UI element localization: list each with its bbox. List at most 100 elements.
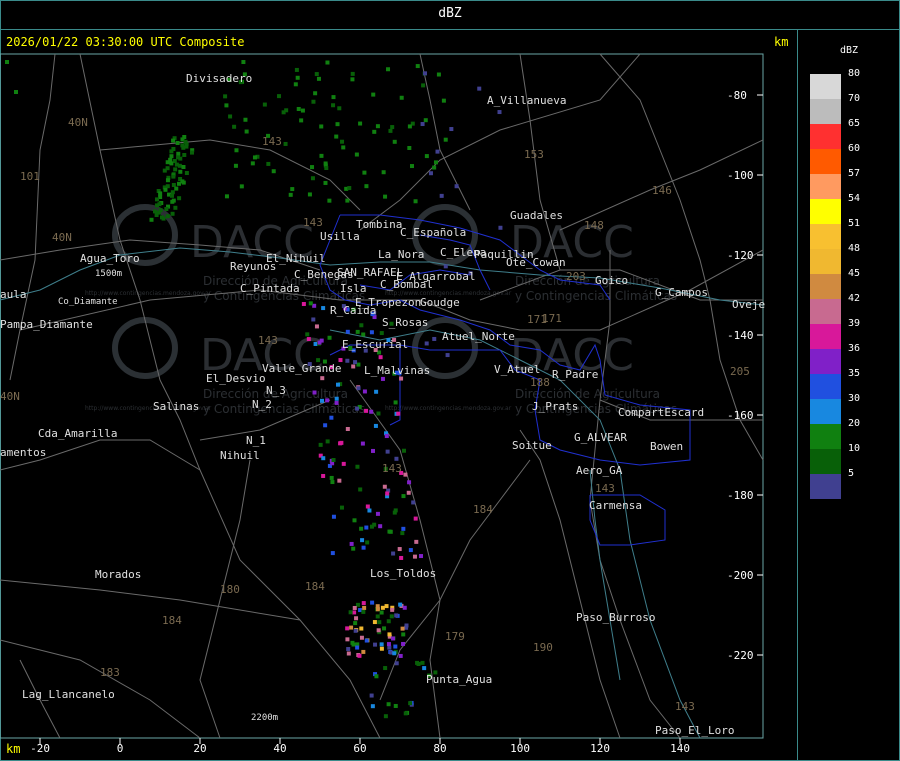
svg-text:Lag_Llancanelo: Lag_Llancanelo — [22, 688, 115, 701]
svg-text:143: 143 — [382, 462, 402, 475]
svg-text:184: 184 — [305, 580, 325, 593]
x-tick-label: 0 — [117, 742, 124, 755]
svg-text:Nihuil: Nihuil — [220, 449, 260, 462]
svg-text:Salinas: Salinas — [153, 400, 199, 413]
svg-text:Carmensa: Carmensa — [589, 499, 642, 512]
svg-text:101: 101 — [20, 170, 40, 183]
svg-text:Soitue: Soitue — [512, 439, 552, 452]
legend-swatch — [810, 449, 841, 474]
svg-text:184: 184 — [162, 614, 182, 627]
svg-text:190: 190 — [533, 641, 553, 654]
km-unit-bottom: km — [6, 742, 21, 756]
district-borders — [319, 214, 691, 546]
svg-text:C_Española: C_Española — [400, 226, 466, 239]
svg-text:aula: aula — [0, 288, 27, 301]
legend-value: 48 — [848, 243, 861, 254]
km-unit-top: km — [774, 35, 789, 49]
svg-text:40N: 40N — [0, 390, 20, 403]
x-tick-label: 140 — [670, 742, 690, 755]
svg-text:E_Escurial: E_Escurial — [342, 338, 408, 351]
legend-swatch — [810, 174, 841, 199]
legend-swatch — [810, 74, 841, 99]
svg-text:180: 180 — [220, 583, 240, 596]
legend-swatch — [810, 399, 841, 424]
legend-value: 35 — [848, 368, 861, 379]
legend-swatch — [810, 249, 841, 274]
svg-text:Atuel_Norte: Atuel_Norte — [442, 330, 515, 343]
svg-text:amentos: amentos — [0, 446, 46, 459]
svg-text:V_Atuel: V_Atuel — [494, 363, 540, 376]
radar-map[interactable]: DACC Dirección de Agricultura y Continge… — [0, 0, 900, 761]
svg-text:http://www.contingencias.mendo: http://www.contingencias.mendoza.gov.ar — [385, 405, 512, 412]
svg-text:2200m: 2200m — [251, 713, 278, 723]
x-tick-label: 120 — [590, 742, 610, 755]
svg-text:Oveje: Oveje — [732, 298, 765, 311]
svg-text:143: 143 — [262, 135, 282, 148]
svg-text:143: 143 — [258, 334, 278, 347]
svg-text:40N: 40N — [68, 116, 88, 129]
svg-text:R_Caida: R_Caida — [330, 304, 376, 317]
x-tick-label: 40 — [273, 742, 286, 755]
y-tick-label: -100 — [727, 169, 754, 182]
legend-value: 30 — [848, 393, 861, 404]
y-tick-label: -120 — [727, 249, 754, 262]
svg-text:Bowen: Bowen — [650, 440, 683, 453]
legend-swatch — [810, 124, 841, 149]
svg-text:y Contingencias Climáticas: y Contingencias Climáticas — [203, 402, 365, 416]
svg-text:Goico: Goico — [595, 274, 628, 287]
svg-text:153: 153 — [524, 148, 544, 161]
svg-text:179: 179 — [445, 630, 465, 643]
svg-text:La_Nora: La_Nora — [378, 248, 424, 261]
y-tick-label: -220 — [727, 649, 754, 662]
legend-swatch — [810, 224, 841, 249]
svg-text:Punta_Agua: Punta_Agua — [426, 673, 492, 686]
svg-text:Goudge: Goudge — [420, 296, 460, 309]
legend-swatch — [810, 324, 841, 349]
place-label: Divisadero — [186, 72, 252, 85]
x-tick-label: 100 — [510, 742, 530, 755]
svg-text:Paso_El_Loro: Paso_El_Loro — [655, 724, 734, 737]
svg-text:Co_Diamante: Co_Diamante — [58, 297, 118, 307]
svg-text:N_2: N_2 — [252, 398, 272, 411]
svg-text:C_Bombal: C_Bombal — [380, 278, 433, 291]
svg-text:y Contingencias Climáticas: y Contingencias Climáticas — [515, 289, 677, 303]
legend-value: 80 — [848, 68, 861, 79]
svg-text:J_Prats: J_Prats — [532, 400, 578, 413]
svg-text:Valle_Grande: Valle_Grande — [262, 362, 341, 375]
svg-text:184: 184 — [473, 503, 493, 516]
legend-swatch — [810, 149, 841, 174]
svg-text:Aero_GA: Aero_GA — [576, 464, 623, 477]
legend-value: 57 — [848, 168, 861, 179]
svg-text:171: 171 — [527, 313, 547, 326]
x-axis: -20 0 20 40 60 80 100 120 140 — [30, 738, 690, 755]
legend-title: dBZ — [840, 45, 859, 56]
svg-text:143: 143 — [595, 482, 615, 495]
legend-swatch — [810, 99, 841, 124]
svg-text:203: 203 — [566, 270, 586, 283]
svg-text:N_3: N_3 — [266, 384, 286, 397]
svg-text:1500m: 1500m — [95, 269, 122, 279]
legend-value: 20 — [848, 418, 861, 429]
svg-text:205: 205 — [730, 365, 750, 378]
svg-text:Ote_Cowan: Ote_Cowan — [506, 256, 566, 269]
svg-text:G_Campos: G_Campos — [655, 286, 708, 299]
svg-text:N_1: N_1 — [246, 434, 266, 447]
timestamp-label: 2026/01/22 03:30:00 UTC Composite — [6, 35, 245, 49]
svg-text:CompartEscard: CompartEscard — [618, 406, 704, 419]
svg-text:Cda_Amarilla: Cda_Amarilla — [38, 427, 117, 440]
legend-value: 36 — [848, 343, 861, 354]
svg-text:Usilla: Usilla — [320, 230, 360, 243]
legend-value: 39 — [848, 318, 861, 329]
svg-text:El_Desvio: El_Desvio — [206, 372, 266, 385]
x-tick-label: 60 — [353, 742, 366, 755]
legend-value: 51 — [848, 218, 861, 229]
y-tick-label: -200 — [727, 569, 754, 582]
y-tick-label: -140 — [727, 329, 754, 342]
legend-value: 65 — [848, 118, 861, 129]
legend-value: 42 — [848, 293, 861, 304]
legend-swatch — [810, 274, 841, 299]
svg-text:Paso_Burroso: Paso_Burroso — [576, 611, 655, 624]
svg-text:R_Padre: R_Padre — [552, 368, 598, 381]
svg-text:L_Malvinas: L_Malvinas — [364, 364, 430, 377]
svg-text:Dirección de Agricultura: Dirección de Agricultura — [515, 274, 660, 288]
